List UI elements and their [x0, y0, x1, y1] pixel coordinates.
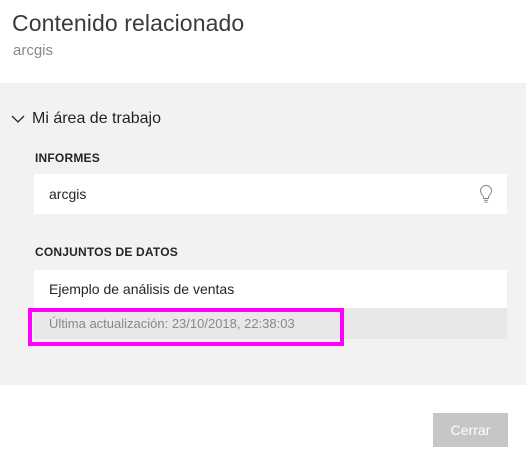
workspace-label: Mi área de trabajo	[32, 110, 161, 127]
chevron-down-icon	[11, 115, 25, 123]
datasets-section-label: CONJUNTOS DE DATOS	[35, 245, 178, 259]
lightbulb-icon[interactable]	[479, 184, 493, 204]
reports-section-label: INFORMES	[35, 151, 100, 165]
dataset-last-updated: Última actualización: 23/10/2018, 22:38:…	[49, 316, 295, 331]
content-panel: Mi área de trabajo INFORMES arcgis CONJU…	[0, 83, 526, 385]
dialog-title: Contenido relacionado	[12, 10, 245, 36]
report-name: arcgis	[49, 186, 87, 202]
dialog-subtitle: arcgis	[13, 42, 54, 59]
workspace-toggle[interactable]: Mi área de trabajo	[10, 110, 161, 128]
dataset-name: Ejemplo de análisis de ventas	[49, 281, 235, 297]
dataset-last-updated-row: Última actualización: 23/10/2018, 22:38:…	[34, 308, 507, 339]
dataset-item[interactable]: Ejemplo de análisis de ventas	[34, 270, 507, 308]
report-item[interactable]: arcgis	[34, 174, 507, 214]
related-content-dialog: Contenido relacionado arcgis Mi área de …	[0, 0, 526, 460]
close-button[interactable]: Cerrar	[433, 413, 508, 447]
